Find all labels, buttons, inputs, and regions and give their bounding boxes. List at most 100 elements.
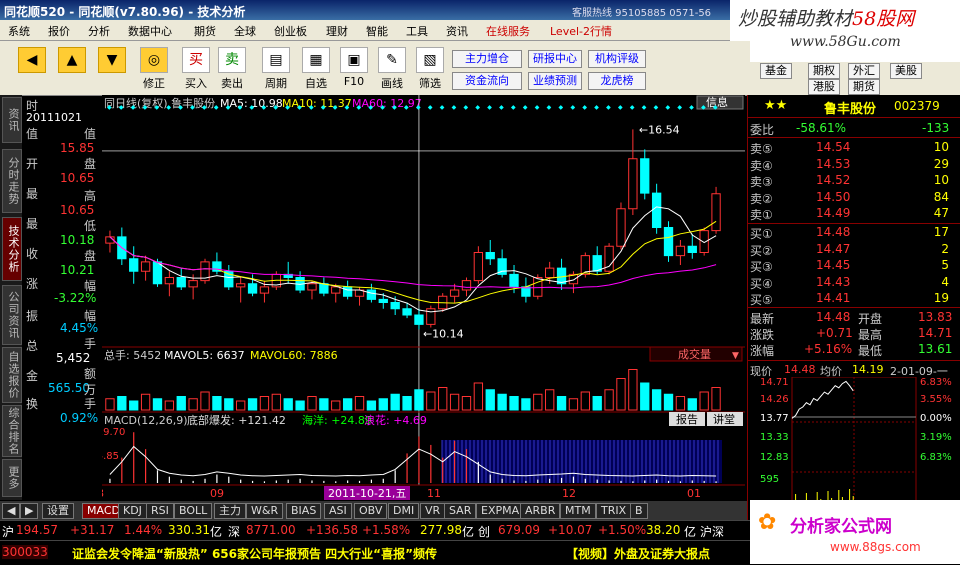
futures-button[interactable]: 期货: [848, 79, 880, 95]
candle-body: [176, 277, 186, 288]
sz-change: +136.58: [306, 523, 359, 537]
options-button[interactable]: 期权: [808, 63, 840, 79]
diamond-marker: ◆: [261, 104, 266, 111]
filter-button[interactable]: ▧ 筛选: [414, 47, 446, 91]
menu-data-center[interactable]: 数据中心: [128, 23, 172, 39]
menu-news[interactable]: 资讯: [446, 23, 468, 39]
right-toolbar: 基金 期权 外汇 美股 港股 期货: [750, 62, 960, 96]
candle-body: [378, 298, 388, 303]
favorite-button[interactable]: ▦ 自选: [300, 47, 332, 91]
cy-change: +10.07: [548, 523, 593, 537]
ma10-legend: MA10: 11.37: [282, 97, 352, 110]
tab-expma[interactable]: EXPMA: [476, 503, 525, 519]
order-price: 14.53: [816, 156, 851, 171]
institution-rating-button[interactable]: 机构评级: [588, 50, 646, 68]
diamond-marker: ◆: [654, 104, 659, 111]
low-label2: 低: [84, 219, 97, 233]
buy-button[interactable]: 买买入: [180, 47, 212, 91]
menu-global[interactable]: 全球: [234, 23, 256, 39]
dragon-tiger-button[interactable]: 龙虎榜: [588, 72, 646, 90]
vtab-technical[interactable]: 技术分析: [2, 217, 22, 281]
back-button[interactable]: ◀: [16, 47, 48, 91]
main-increase-button[interactable]: 主力增仓: [452, 50, 522, 68]
menu-smart[interactable]: 智能: [366, 23, 388, 39]
menu-online-service[interactable]: 在线服务: [486, 23, 530, 39]
value-label-left: 值: [26, 127, 39, 141]
earnings-forecast-button[interactable]: 业绩预测: [528, 72, 582, 90]
service-hotline: 客服热线 95105885 0571-56: [572, 8, 712, 19]
chart-area[interactable]: 同日线(复权) 鲁丰股份 MA5: 10.98 MA10: 11.37 MA60…: [102, 95, 745, 500]
tab-dmi[interactable]: DMI: [388, 503, 420, 519]
candle-body: [247, 283, 258, 294]
sell-button[interactable]: 卖卖出: [216, 47, 248, 91]
menu-tools[interactable]: 工具: [406, 23, 428, 39]
capital-flow-button[interactable]: 资金流向: [452, 72, 522, 90]
forex-button[interactable]: 外汇: [848, 63, 880, 79]
draw-button[interactable]: ✎ 画线: [376, 47, 408, 91]
vtab-watchlist[interactable]: 自选报价: [2, 347, 22, 403]
vtab-news[interactable]: 资讯: [2, 97, 22, 143]
menu-level2[interactable]: Level-2行情: [550, 23, 612, 39]
mini-left-tick: 14.26: [760, 394, 789, 405]
tab-boll[interactable]: BOLL: [174, 503, 213, 519]
menu-quote[interactable]: 报价: [48, 23, 70, 39]
scroll-left-icon[interactable]: ◀: [2, 503, 21, 519]
menu-system[interactable]: 系统: [8, 23, 30, 39]
f10-button[interactable]: ▣ F10: [338, 47, 370, 91]
tab-b[interactable]: B: [630, 503, 648, 519]
candle-body: [663, 227, 674, 257]
volume-bar: [426, 391, 436, 411]
volume-bar: [675, 396, 686, 411]
vtab-ranking[interactable]: 综合排名: [2, 405, 22, 457]
up-button[interactable]: ▲: [56, 47, 88, 91]
period-button[interactable]: ▤ 周期: [260, 47, 292, 91]
tab-mtm[interactable]: MTM: [560, 503, 596, 519]
vtab-company[interactable]: 公司资讯: [2, 285, 22, 345]
tab-arbr[interactable]: ARBR: [520, 503, 561, 519]
tab-sar[interactable]: SAR: [444, 503, 477, 519]
tab-bias[interactable]: BIAS: [286, 503, 322, 519]
tab-kdj[interactable]: KDJ: [118, 503, 147, 519]
volume-bar: [545, 389, 555, 411]
volume-bar: [449, 393, 460, 411]
logo-url: www.58Gu.com: [790, 34, 901, 50]
candle-body: [592, 255, 602, 272]
vtab-intraday[interactable]: 分时走势: [2, 149, 22, 213]
tab-vr[interactable]: VR: [420, 503, 446, 519]
tab-rsi[interactable]: RSI: [146, 503, 174, 519]
news-ticker[interactable]: 300033 证监会发令降温“新股热” 656家公司年报预告 四大行业“喜报”频…: [0, 540, 750, 565]
vtab-more[interactable]: 更多: [2, 459, 22, 497]
ma60-legend: MA60: 12.97: [352, 97, 422, 110]
tab-obv[interactable]: OBV: [354, 503, 388, 519]
menu-gem[interactable]: 创业板: [274, 23, 307, 39]
order-volume: 47: [933, 206, 949, 220]
menu-analysis[interactable]: 分析: [88, 23, 110, 39]
research-center-button[interactable]: 研报中心: [528, 50, 582, 68]
mavol60-legend: MAVOL60: 7886: [250, 349, 338, 362]
candle-body: [342, 286, 353, 297]
volume-bar: [295, 400, 305, 411]
tab-asi[interactable]: ASI: [324, 503, 352, 519]
revise-button[interactable]: ◎ 修正: [138, 47, 170, 91]
menu-finance[interactable]: 理财: [326, 23, 348, 39]
mini-price-line: [791, 380, 854, 419]
fund-button[interactable]: 基金: [760, 63, 792, 79]
chevron-down-icon: ▼: [732, 351, 739, 361]
volume-bar: [592, 396, 602, 411]
open-label2: 盘: [84, 157, 97, 171]
mini-price-value: 14.48: [784, 363, 816, 376]
tab-w-r[interactable]: W&R: [246, 503, 284, 519]
turnover-label: 换: [26, 397, 39, 411]
menu-futures[interactable]: 期货: [194, 23, 216, 39]
down-button[interactable]: ▼: [96, 47, 128, 91]
tab--[interactable]: 主力: [214, 503, 246, 519]
candle-body: [390, 302, 400, 310]
volume-bar: [271, 393, 281, 411]
tab--[interactable]: 设置: [42, 503, 74, 519]
hk-stock-button[interactable]: 港股: [808, 79, 840, 95]
diamond-marker: ◆: [570, 104, 575, 111]
diamond-marker: ◆: [345, 104, 350, 111]
tab-trix[interactable]: TRIX: [596, 503, 632, 519]
scroll-right-icon[interactable]: ▶: [20, 503, 39, 519]
us-stock-button[interactable]: 美股: [890, 63, 922, 79]
